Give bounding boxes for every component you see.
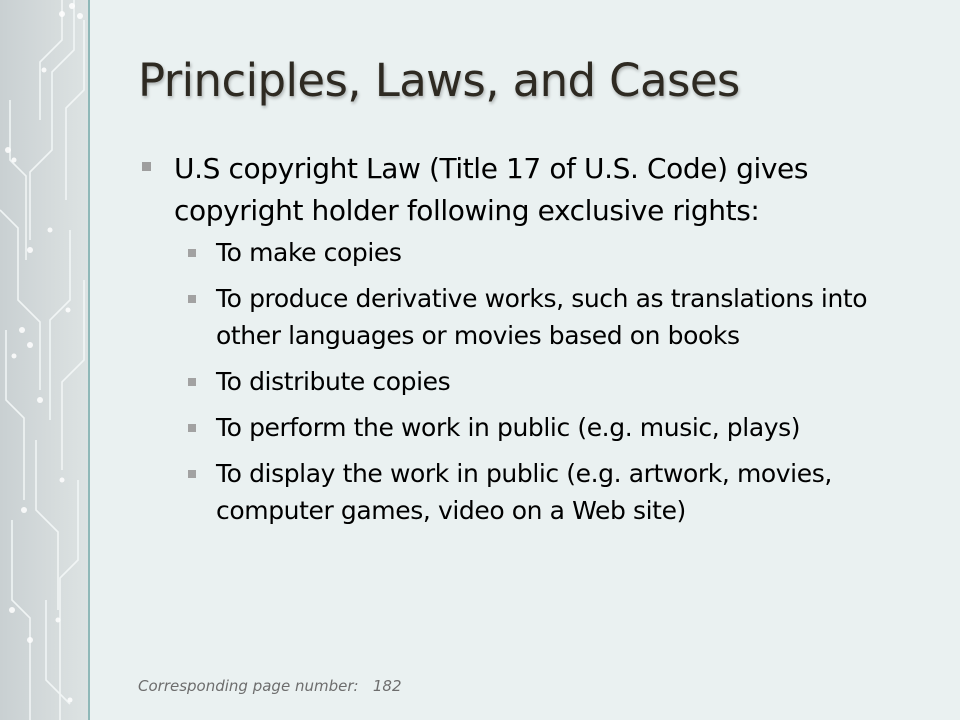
sub-bullet-text: To make copies	[216, 238, 402, 267]
sub-bullet-text: To distribute copies	[216, 367, 451, 396]
sub-bullet: To distribute copies	[174, 363, 928, 400]
sub-bullet-text: To produce derivative works, such as tra…	[216, 284, 868, 350]
square-bullet-icon	[188, 295, 196, 303]
slide-content: U.S copyright Law (Title 17 of U.S. Code…	[138, 148, 928, 538]
main-bullet-text: U.S copyright Law (Title 17 of U.S. Code…	[174, 152, 809, 227]
page-number-footer: Corresponding page number: 182	[138, 677, 402, 695]
main-bullet: U.S copyright Law (Title 17 of U.S. Code…	[138, 148, 928, 232]
sub-bullet-text: To display the work in public (e.g. artw…	[216, 459, 832, 525]
circuit-decoration	[0, 0, 88, 720]
sidebar-divider	[88, 0, 90, 720]
square-bullet-icon	[188, 249, 196, 257]
sub-bullet: To perform the work in public (e.g. musi…	[174, 409, 928, 446]
sub-bullet-text: To perform the work in public (e.g. musi…	[216, 413, 801, 442]
sub-bullet-list: To make copies To produce derivative wor…	[174, 234, 928, 529]
circuit-pattern-icon	[0, 0, 85, 720]
sub-bullet: To produce derivative works, such as tra…	[174, 280, 928, 354]
sub-bullet: To display the work in public (e.g. artw…	[174, 455, 928, 529]
sub-bullet: To make copies	[174, 234, 928, 271]
square-bullet-icon	[188, 424, 196, 432]
square-bullet-icon	[188, 470, 196, 478]
slide-title: Principles, Laws, and Cases	[138, 54, 740, 107]
square-bullet-icon	[188, 378, 196, 386]
square-bullet-icon	[142, 162, 151, 171]
